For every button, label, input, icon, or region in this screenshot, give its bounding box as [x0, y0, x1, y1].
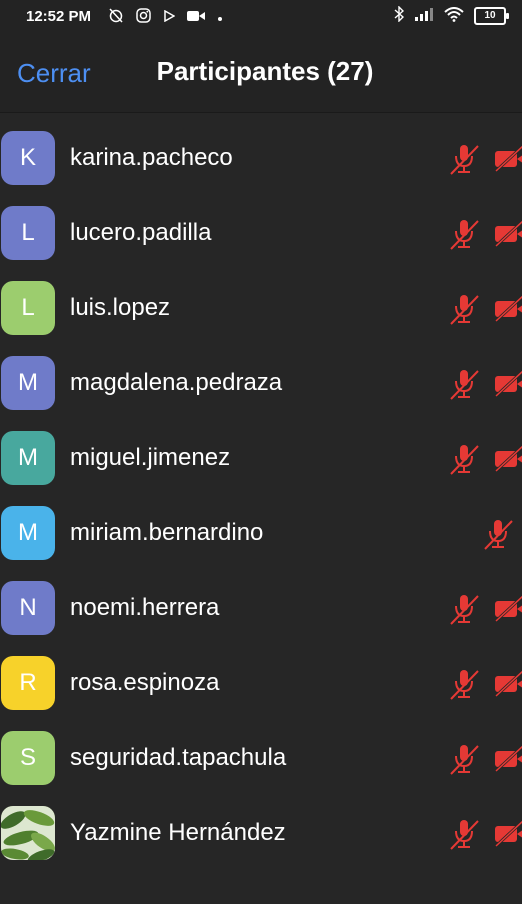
video-off-icon — [493, 444, 522, 473]
participant-name: karina.pacheco — [70, 144, 233, 171]
bluetooth-icon — [394, 5, 405, 26]
mic-muted-icon — [449, 817, 479, 851]
mic-muted-icon — [449, 592, 479, 626]
avatar: S — [1, 731, 55, 785]
video-off-icon — [493, 594, 522, 623]
participant-row[interactable]: Kkarina.pacheco — [0, 121, 522, 196]
instagram-icon — [136, 7, 151, 27]
avatar — [1, 806, 55, 860]
dot-icon — [217, 9, 223, 26]
avatar: K — [1, 131, 55, 185]
avatar: L — [1, 281, 55, 335]
mic-muted-icon — [449, 667, 479, 701]
status-bar: 12:52 PM 10 — [0, 0, 522, 34]
participant-row[interactable]: JCJennifer cisneros — [0, 112, 522, 121]
participant-name: noemi.herrera — [70, 594, 220, 621]
status-right-icons: 10 — [394, 5, 509, 26]
battery-icon: 10 — [474, 7, 509, 25]
participant-name: luis.lopez — [70, 294, 171, 321]
participant-name: miguel.jimenez — [70, 444, 231, 471]
video-off-icon — [493, 369, 522, 398]
participant-name: seguridad.tapachula — [70, 744, 287, 771]
mic-muted-icon — [449, 142, 479, 176]
status-time: 12:52 PM — [26, 8, 92, 25]
mic-muted-icon — [483, 517, 513, 551]
participant-row[interactable]: Nnoemi.herrera — [0, 571, 522, 646]
video-off-icon — [493, 219, 522, 248]
participant-row[interactable]: Mmiriam.bernardino — [0, 496, 522, 571]
participant-row[interactable]: Sseguridad.tapachula — [0, 721, 522, 796]
wifi-icon — [444, 6, 464, 26]
participant-name: miriam.bernardino — [70, 519, 264, 546]
avatar: R — [1, 656, 55, 710]
video-off-icon — [493, 294, 522, 323]
participant-row[interactable]: Llucero.padilla — [0, 196, 522, 271]
participant-list-inner: JCJennifer cisnerosKkarina.pachecoLlucer… — [0, 112, 522, 871]
participant-name: Yazmine Hernández — [70, 819, 286, 846]
play-icon — [163, 9, 176, 26]
video-off-icon — [493, 669, 522, 698]
video-off-icon — [493, 144, 522, 173]
avatar: M — [1, 431, 55, 485]
video-off-icon — [493, 744, 522, 773]
participant-row[interactable]: Lluis.lopez — [0, 271, 522, 346]
participant-list[interactable]: JCJennifer cisnerosKkarina.pachecoLlucer… — [0, 112, 522, 904]
page-title: Participantes (27) — [156, 56, 374, 86]
participant-name: lucero.padilla — [70, 219, 212, 246]
participant-row[interactable]: Yazmine Hernández — [0, 796, 522, 871]
participant-name: rosa.espinoza — [70, 669, 220, 696]
participant-row[interactable]: Rrosa.espinoza — [0, 646, 522, 721]
participant-name: magdalena.pedraza — [70, 369, 283, 396]
mic-muted-icon — [449, 217, 479, 251]
avatar: M — [1, 506, 55, 560]
participant-row[interactable]: Mmagdalena.pedraza — [0, 346, 522, 421]
video-off-icon — [493, 819, 522, 848]
video-icon — [187, 9, 205, 26]
alarm-off-icon — [108, 7, 124, 27]
mic-muted-icon — [449, 367, 479, 401]
mic-muted-icon — [449, 292, 479, 326]
participant-row[interactable]: Mmiguel.jimenez — [0, 421, 522, 496]
status-left-icons — [108, 7, 223, 27]
mic-muted-icon — [449, 742, 479, 776]
avatar: L — [1, 206, 55, 260]
avatar: M — [1, 356, 55, 410]
header: Cerrar Participantes (27) — [0, 34, 522, 113]
avatar: N — [1, 581, 55, 635]
signal-icon — [414, 7, 434, 25]
mic-muted-icon — [449, 442, 479, 476]
